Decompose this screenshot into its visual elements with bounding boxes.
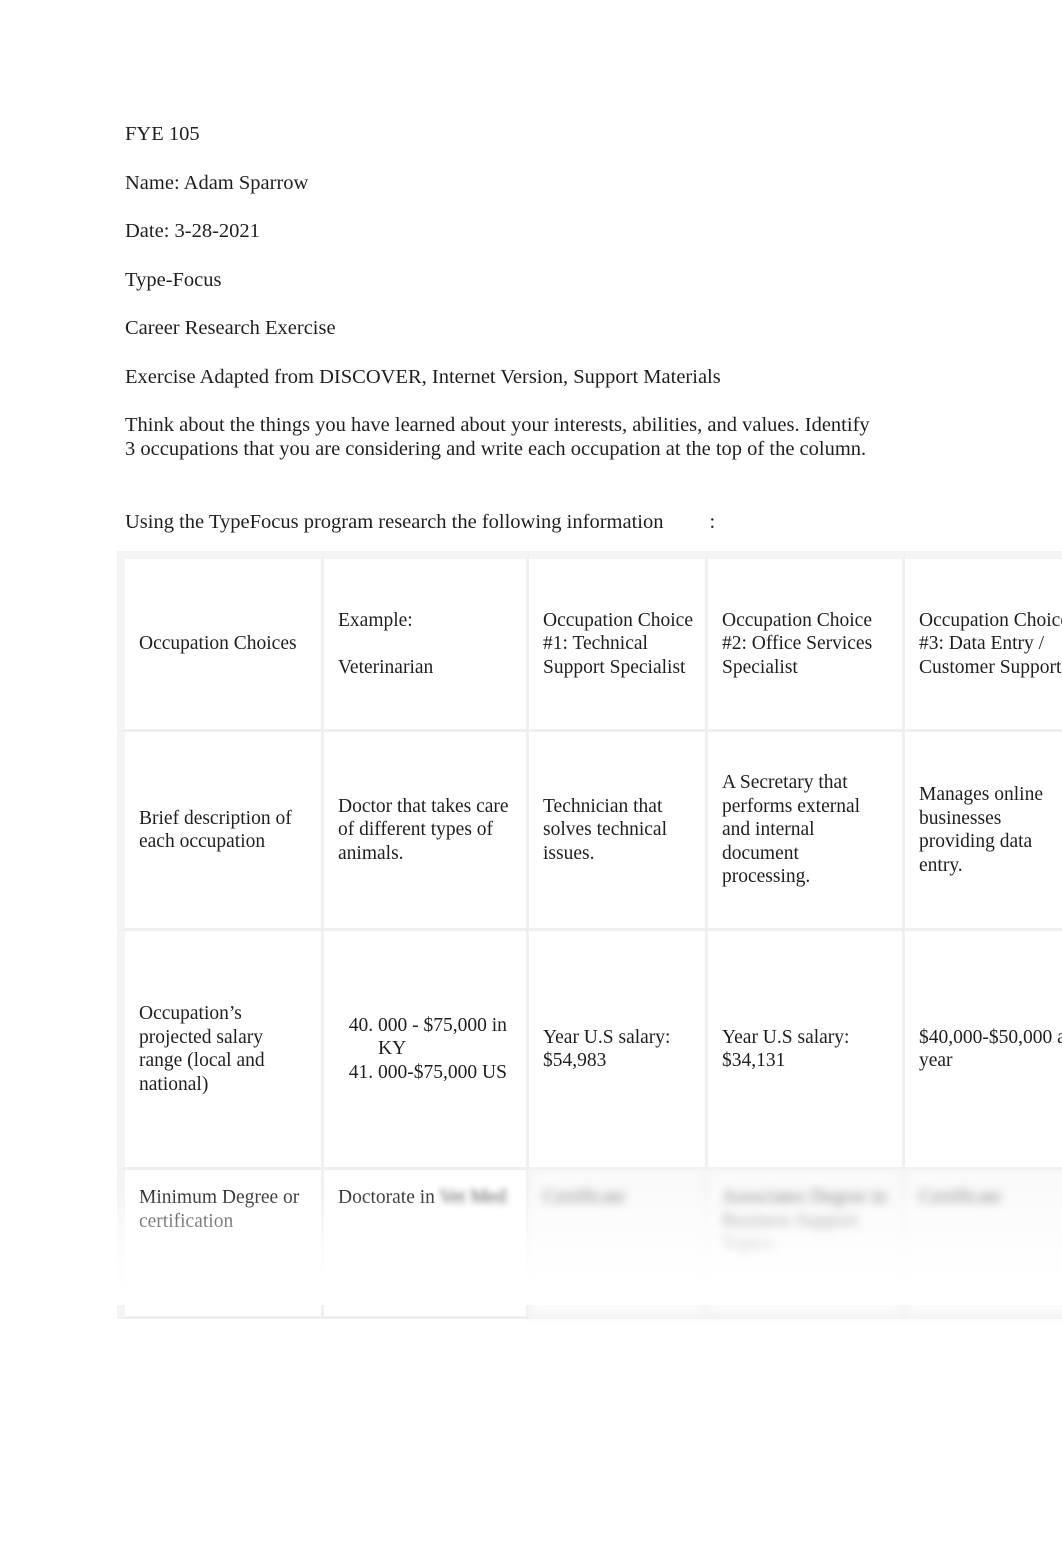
instruction-prefix: Using the TypeFocus program research the… xyxy=(125,511,664,533)
cell-choice1-description: Technician that solves technical issues. xyxy=(529,732,708,931)
table-row-occupation-choices: Occupation Choices Example: Veterinarian… xyxy=(117,551,1062,732)
example-occupation-value: Veterinarian xyxy=(338,656,434,678)
cell-choice1-title: Occupation Choice #1: Technical Support … xyxy=(529,551,708,732)
cell-choice1-salary: Year U.S salary: $54,983 xyxy=(529,931,708,1170)
table-row-minimum-degree: Minimum Degree or certification Doctorat… xyxy=(117,1170,1062,1319)
example-salary-list: 000 - $75,000 in KY 000-$75,000 US xyxy=(338,1014,514,1085)
date-line: Date: 3-28-2021 xyxy=(125,220,260,242)
row-label-occupation-choices: Occupation Choices xyxy=(117,551,324,732)
list-item: 000-$75,000 US xyxy=(378,1061,514,1085)
document-header-block: FYE 105 Name: Adam Sparrow Date: 3-28-20… xyxy=(125,122,915,485)
row-label-brief-description: Brief description of each occupation xyxy=(117,732,324,931)
cell-choice1-degree: Certificate xyxy=(529,1170,708,1319)
cell-example-degree: Doctorate in Vet Med xyxy=(324,1170,529,1319)
cell-example-salary: 000 - $75,000 in KY 000-$75,000 US xyxy=(324,931,529,1170)
list-item: 000 - $75,000 in KY xyxy=(378,1014,514,1061)
cell-choice3-title: Occupation Choice #3: Data Entry / Custo… xyxy=(905,551,1062,732)
cell-example-description: Doctor that takes care of different type… xyxy=(324,732,529,931)
cell-choice3-description: Manages online businesses providing data… xyxy=(905,732,1062,931)
row-label-salary-range: Occupation’s projected salary range (loc… xyxy=(117,931,324,1170)
table-row-salary-range: Occupation’s projected salary range (loc… xyxy=(117,931,1062,1170)
document-page: FYE 105 Name: Adam Sparrow Date: 3-28-20… xyxy=(0,0,1062,1561)
course-code-line: FYE 105 xyxy=(125,123,200,145)
cell-choice2-degree: Associates Degree in Business Support To… xyxy=(708,1170,905,1319)
example-degree-prefix: Doctorate in xyxy=(338,1187,435,1208)
instruction-line: Using the TypeFocus program research the… xyxy=(125,510,715,534)
example-degree-obscured: Vet Med xyxy=(439,1187,507,1208)
exercise-title-line: Career Research Exercise xyxy=(125,317,336,339)
intro-paragraph: Think about the things you have learned … xyxy=(125,414,870,461)
type-focus-line: Type-Focus xyxy=(125,268,222,291)
cell-choice2-title: Occupation Choice #2: Office Services Sp… xyxy=(708,551,905,732)
cell-choice3-salary: $40,000-$50,000 a year xyxy=(905,931,1062,1170)
exercise-source-line: Exercise Adapted from DISCOVER, Internet… xyxy=(125,365,721,388)
career-research-table: Occupation Choices Example: Veterinarian… xyxy=(117,551,1062,1319)
cell-choice2-description: A Secretary that performs external and i… xyxy=(708,732,905,931)
student-name-line: Name: Adam Sparrow xyxy=(125,171,309,194)
career-research-table-wrapper: Occupation Choices Example: Veterinarian… xyxy=(117,551,1062,1319)
cell-choice3-degree: Certificate xyxy=(905,1170,1062,1319)
table-row-brief-description: Brief description of each occupation Doc… xyxy=(117,732,1062,931)
cell-choice2-salary: Year U.S salary: $34,131 xyxy=(708,931,905,1170)
instruction-suffix: : xyxy=(709,511,716,533)
row-label-minimum-degree: Minimum Degree or certification xyxy=(117,1170,324,1319)
cell-example-occupation: Example: Veterinarian xyxy=(324,551,529,732)
example-label: Example: xyxy=(338,610,413,631)
